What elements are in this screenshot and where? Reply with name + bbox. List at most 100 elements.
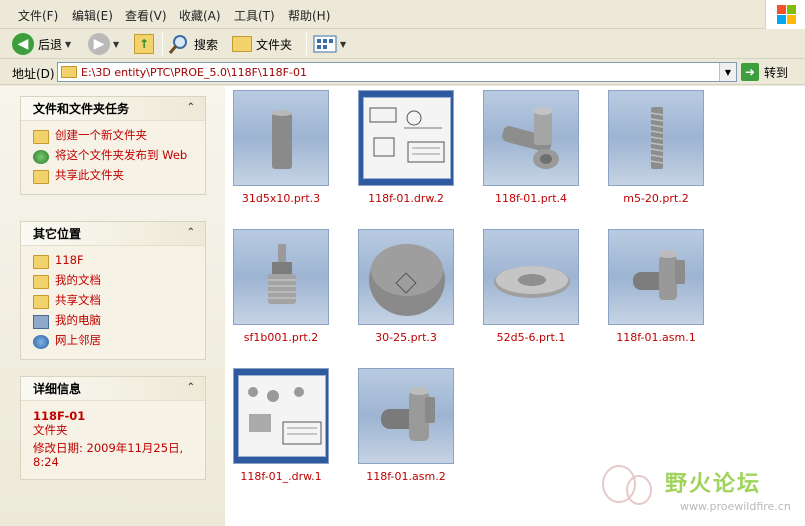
views-icon: [313, 35, 337, 53]
assembly-thumbnail: [608, 229, 704, 325]
file-name: 118f-01.asm.2: [366, 470, 446, 483]
part-thumbnail: [233, 229, 329, 325]
address-path: E:\3D entity\PTC\PROE_5.0\118F\118F-01: [81, 65, 307, 79]
tasks-panel: 文件和文件夹任务 ⌃ 创建一个新文件夹 将这个文件夹发布到 Web 共享此文件夹: [20, 96, 206, 195]
folder-icon: [61, 66, 77, 78]
menu-favorites[interactable]: 收藏(A): [179, 7, 221, 24]
chevron-up-icon[interactable]: ⌃: [187, 227, 195, 238]
file-item[interactable]: 118f-01.drw.2: [358, 90, 454, 205]
task-new-folder[interactable]: 创建一个新文件夹: [33, 128, 195, 146]
place-118f[interactable]: 118F: [33, 253, 195, 271]
views-dropdown-icon[interactable]: ▼: [340, 40, 346, 49]
back-button[interactable]: ◀ 后退 ▼: [12, 31, 71, 57]
file-name: 118f-01.prt.4: [494, 192, 568, 205]
part-thumbnail: [233, 90, 329, 186]
address-dropdown-icon[interactable]: ▼: [719, 63, 736, 81]
details-type: 文件夹: [33, 423, 68, 437]
windows-logo-icon: [765, 0, 805, 29]
details-panel-title: 详细信息: [33, 382, 82, 396]
file-item[interactable]: 118f-01.asm.2: [358, 368, 454, 483]
toolbar-separator: [162, 33, 163, 55]
file-name: m5-20.prt.2: [623, 192, 689, 205]
file-item[interactable]: 31d5x10.prt.3: [233, 90, 329, 205]
share-folder-icon: [33, 170, 49, 184]
views-button[interactable]: ▼: [313, 31, 346, 57]
file-name: 30-25.prt.3: [375, 331, 437, 344]
my-computer-icon: [33, 315, 49, 329]
go-button[interactable]: ➜ 转到: [741, 63, 788, 81]
toolbar-separator: [306, 33, 307, 55]
place-my-computer-label: 我的电脑: [55, 313, 101, 327]
address-label: 地址(D): [12, 67, 55, 81]
publish-web-icon: [33, 150, 49, 164]
back-dropdown-icon[interactable]: ▼: [65, 40, 71, 49]
task-new-folder-label: 创建一个新文件夹: [55, 128, 147, 142]
task-publish-web-label: 将这个文件夹发布到 Web: [55, 148, 188, 162]
place-my-documents-label: 我的文档: [55, 273, 101, 287]
menu-edit[interactable]: 编辑(E): [72, 7, 113, 24]
file-item[interactable]: 52d5-6.prt.1: [483, 229, 579, 344]
folders-button[interactable]: 文件夹: [232, 31, 292, 57]
place-network-label: 网上邻居: [55, 333, 101, 347]
shared-documents-icon: [33, 295, 49, 309]
assembly-thumbnail: [358, 368, 454, 464]
forward-button[interactable]: ▶ ▼: [88, 31, 119, 57]
address-input[interactable]: E:\3D entity\PTC\PROE_5.0\118F\118F-01 ▼: [57, 62, 737, 82]
up-folder-icon: ↑: [134, 34, 154, 54]
part-thumbnail: [483, 90, 579, 186]
tasks-panel-header[interactable]: 文件和文件夹任务 ⌃: [21, 97, 205, 121]
menu-tools[interactable]: 工具(T): [234, 7, 275, 24]
menu-view[interactable]: 查看(V): [125, 7, 167, 24]
menu-file[interactable]: 文件(F): [18, 7, 58, 24]
file-name: sf1b001.prt.2: [243, 331, 319, 344]
part-thumbnail: [608, 90, 704, 186]
watermark-url: www.proewildfire.cn: [680, 500, 791, 513]
search-icon: [168, 35, 187, 54]
chevron-up-icon[interactable]: ⌃: [187, 382, 195, 393]
place-shared-documents-label: 共享文档: [55, 293, 101, 307]
menu-help[interactable]: 帮助(H): [288, 7, 330, 24]
file-item[interactable]: 30-25.prt.3: [358, 229, 454, 344]
file-item[interactable]: 118f-01_.drw.1: [233, 368, 329, 483]
back-label: 后退: [38, 37, 63, 52]
place-network[interactable]: 网上邻居: [33, 333, 195, 351]
part-thumbnail: [483, 229, 579, 325]
part-thumbnail: [358, 229, 454, 325]
forward-dropdown-icon[interactable]: ▼: [113, 40, 119, 49]
place-my-documents[interactable]: 我的文档: [33, 273, 195, 291]
file-item[interactable]: m5-20.prt.2: [608, 90, 704, 205]
details-panel-header[interactable]: 详细信息 ⌃: [21, 377, 205, 401]
go-arrow-icon: ➜: [741, 63, 759, 81]
drawing-thumbnail: [233, 368, 329, 464]
details-panel: 详细信息 ⌃ 118F-01 文件夹 修改日期: 2009年11月25日, 8:…: [20, 376, 206, 480]
chevron-up-icon[interactable]: ⌃: [187, 102, 195, 113]
go-label: 转到: [764, 65, 789, 80]
details-name: 118F-01: [33, 409, 86, 423]
menu-bar: 文件(F) 编辑(E) 查看(V) 收藏(A) 工具(T) 帮助(H): [0, 0, 805, 29]
forward-arrow-icon: ▶: [88, 33, 110, 55]
details-modified: 修改日期: 2009年11月25日, 8:24: [33, 441, 184, 469]
file-name: 118f-01.asm.1: [616, 331, 696, 344]
drawing-thumbnail: [358, 90, 454, 186]
places-panel-header[interactable]: 其它位置 ⌃: [21, 222, 205, 246]
forum-watermark: 野火论坛 www.proewildfire.cn: [595, 460, 795, 520]
task-publish-web[interactable]: 将这个文件夹发布到 Web: [33, 148, 195, 166]
place-shared-documents[interactable]: 共享文档: [33, 293, 195, 311]
toolbar: ◀ 后退 ▼ ▶ ▼ ↑ 搜索 文件夹 ▼: [0, 29, 805, 59]
places-panel-title: 其它位置: [33, 227, 82, 241]
file-name: 118f-01.drw.2: [368, 192, 444, 205]
place-my-computer[interactable]: 我的电脑: [33, 313, 195, 331]
tasks-panel-title: 文件和文件夹任务: [33, 102, 130, 116]
search-button[interactable]: 搜索: [168, 31, 218, 57]
back-arrow-icon: ◀: [12, 33, 34, 55]
folder-icon: [33, 255, 49, 269]
file-item[interactable]: sf1b001.prt.2: [233, 229, 329, 344]
task-share-folder[interactable]: 共享此文件夹: [33, 168, 195, 186]
file-item[interactable]: 118f-01.prt.4: [483, 90, 579, 205]
file-item[interactable]: 118f-01.asm.1: [608, 229, 704, 344]
butterfly-logo-icon: [602, 465, 652, 505]
folders-icon: [232, 36, 252, 52]
search-label: 搜索: [194, 37, 219, 52]
folders-label: 文件夹: [256, 37, 293, 52]
up-folder-button[interactable]: ↑: [134, 31, 154, 57]
